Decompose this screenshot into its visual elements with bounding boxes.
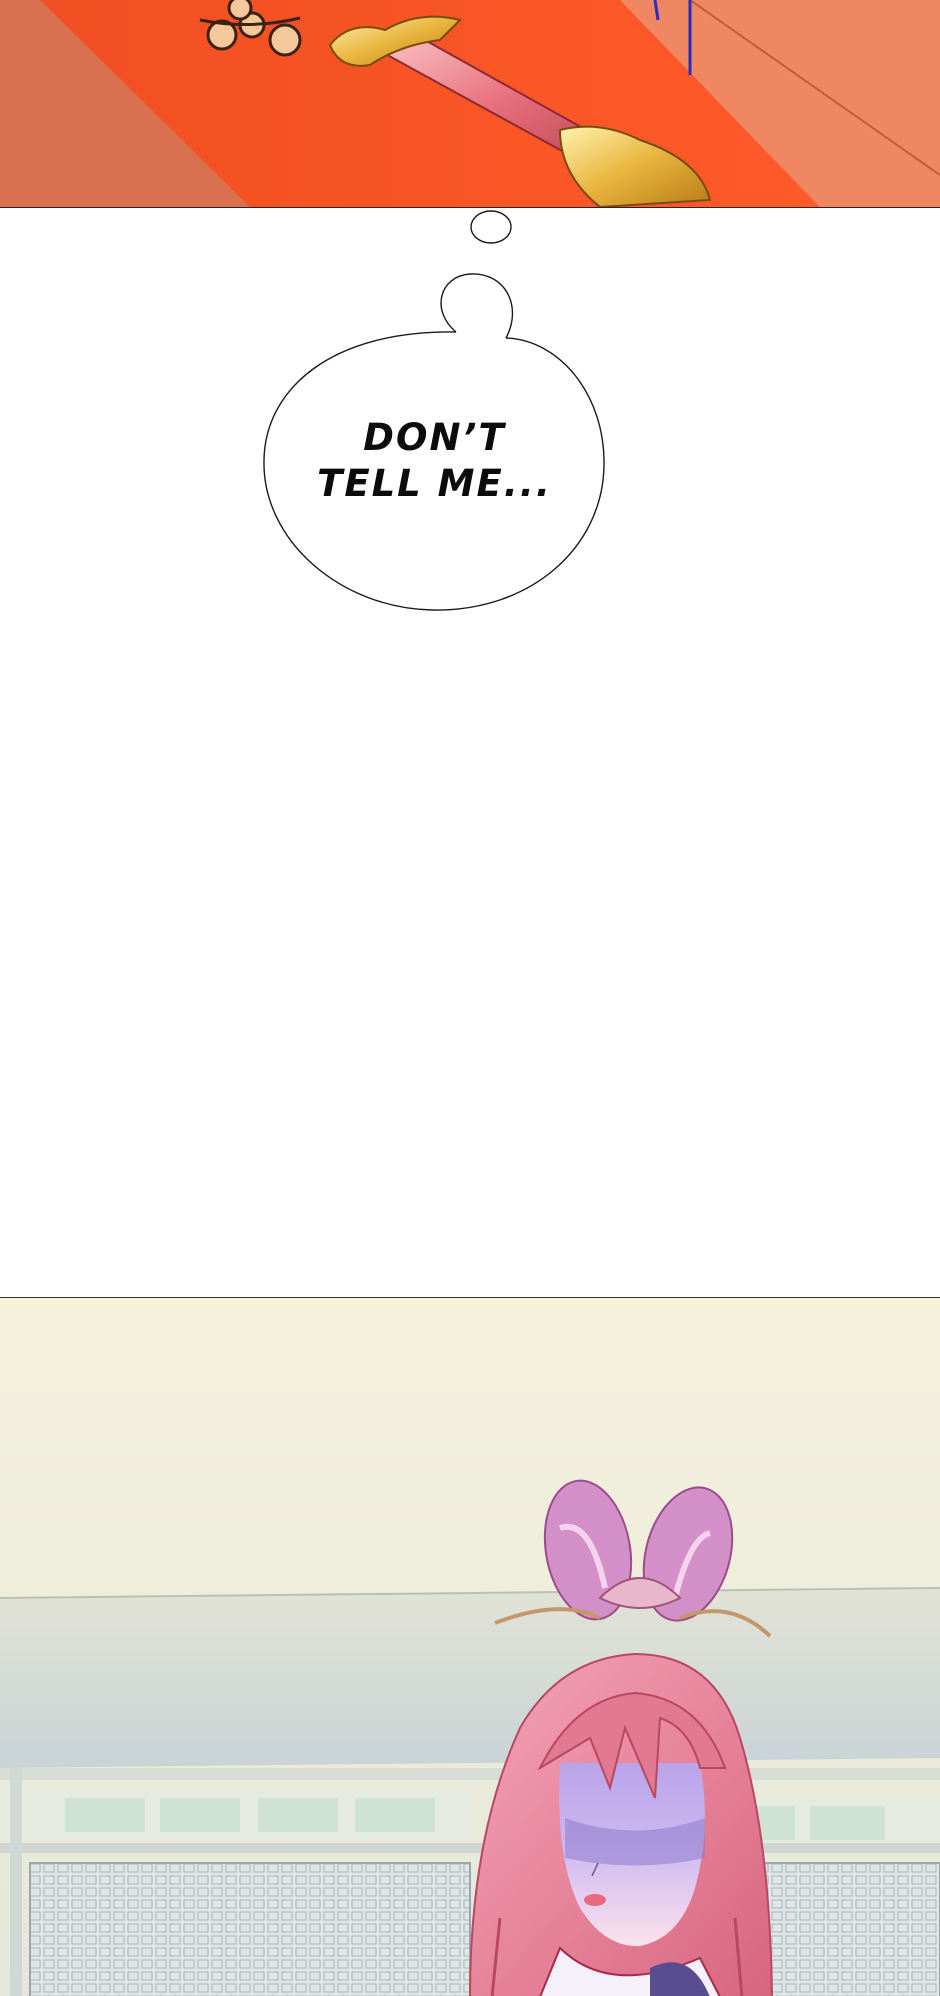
character-panel	[0, 1297, 940, 1996]
sword-illustration	[0, 0, 940, 207]
sword-panel	[0, 0, 940, 208]
character-illustration	[0, 1298, 940, 1996]
speech-text: DON’T TELL ME...	[262, 415, 607, 507]
thought-bubble-medium-circle	[440, 273, 514, 339]
thought-bubble-small-circle	[470, 210, 512, 244]
comic-page: DON’T TELL ME...	[0, 0, 940, 1996]
speech-line-1: DON’T	[363, 416, 506, 459]
speech-line-2: TELL ME...	[317, 462, 552, 505]
